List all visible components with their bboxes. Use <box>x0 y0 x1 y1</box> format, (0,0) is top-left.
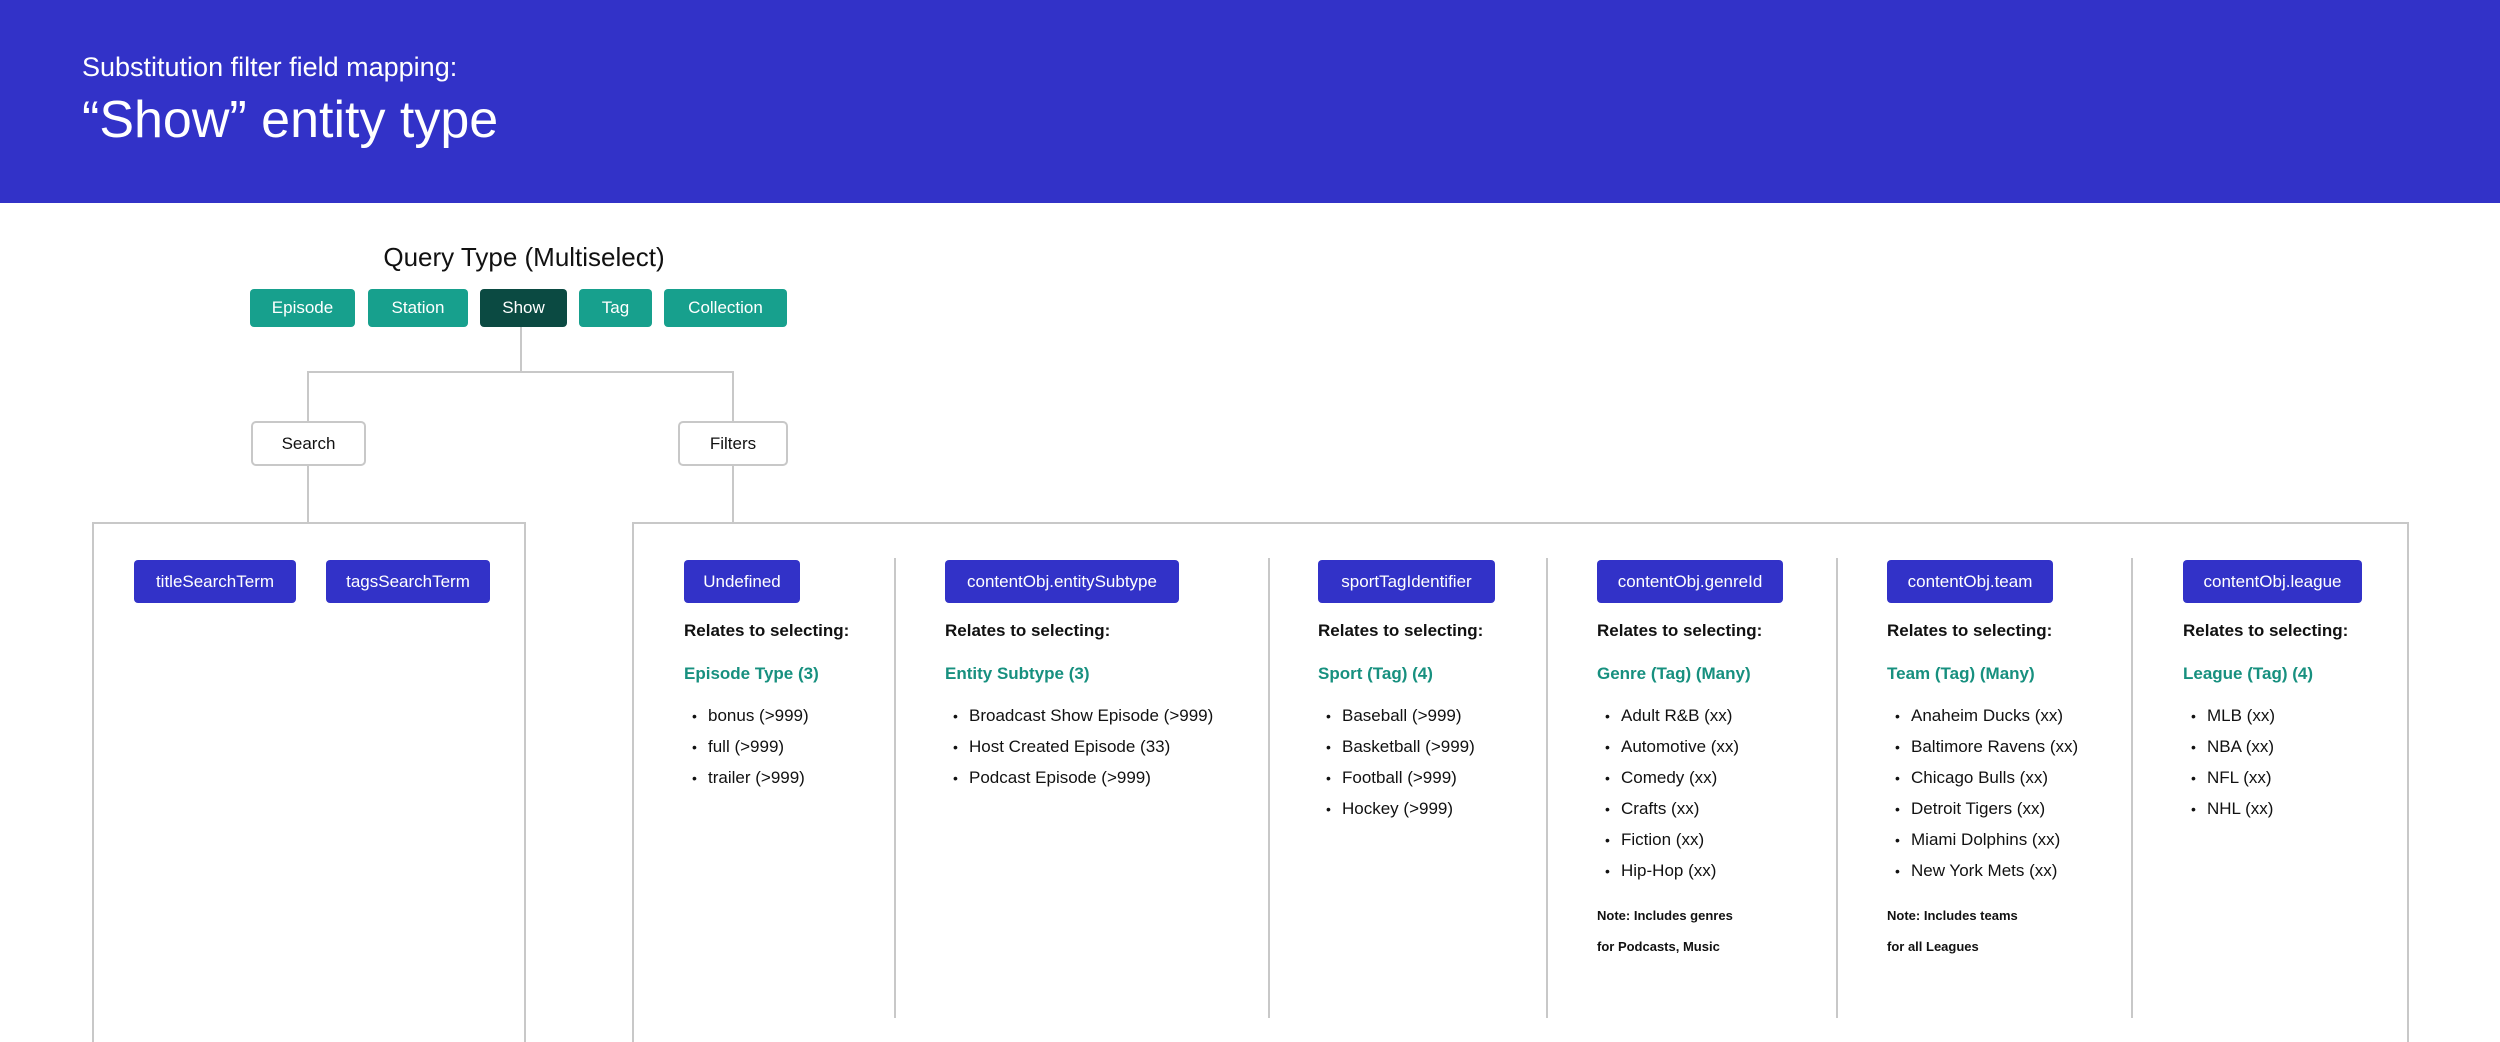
filter-field-pill: contentObj.league <box>2183 560 2362 603</box>
search-field-title: titleSearchTerm <box>134 560 296 603</box>
query-option-collection[interactable]: Collection <box>664 289 787 327</box>
relates-label: Relates to selecting: <box>945 621 1111 640</box>
list-item: Crafts (xx) <box>1597 793 1739 824</box>
query-option-tag[interactable]: Tag <box>579 289 652 327</box>
tag-list: Baseball (>999) Basketball (>999) Footba… <box>1318 700 1475 824</box>
list-item: Broadcast Show Episode (>999) <box>945 700 1213 731</box>
connector-line <box>732 466 734 522</box>
list-item: Anaheim Ducks (xx) <box>1887 700 2078 731</box>
list-item: Baseball (>999) <box>1318 700 1475 731</box>
list-item: Detroit Tigers (xx) <box>1887 793 2078 824</box>
connector-line <box>307 466 309 522</box>
query-option-show[interactable]: Show <box>480 289 567 327</box>
tag-type-label: League (Tag) (4) <box>2183 664 2314 683</box>
list-item: Fiction (xx) <box>1597 824 1739 855</box>
column-divider <box>2131 558 2133 1018</box>
list-item: NFL (xx) <box>2183 762 2275 793</box>
query-option-station[interactable]: Station <box>368 289 468 327</box>
tag-list: Anaheim Ducks (xx) Baltimore Ravens (xx)… <box>1887 700 2078 886</box>
tag-type-label: Episode Type (3) <box>684 664 819 683</box>
column-divider <box>1546 558 1548 1018</box>
tag-type-label: Entity Subtype (3) <box>945 664 1090 683</box>
list-item: Hockey (>999) <box>1318 793 1475 824</box>
search-field-tags: tagsSearchTerm <box>326 560 490 603</box>
note-line: for all Leagues <box>1887 939 1979 954</box>
list-item: MLB (xx) <box>2183 700 2275 731</box>
column-note: Note: Includes teams for all Leagues <box>1887 900 2018 962</box>
tag-list: MLB (xx) NBA (xx) NFL (xx) NHL (xx) <box>2183 700 2275 824</box>
relates-label: Relates to selecting: <box>2183 621 2349 640</box>
column-note: Note: Includes genres for Podcasts, Musi… <box>1597 900 1733 962</box>
list-item: Miami Dolphins (xx) <box>1887 824 2078 855</box>
tag-type-label: Team (Tag) (Many) <box>1887 664 2035 683</box>
page-header: Substitution filter field mapping: “Show… <box>0 0 2500 203</box>
connector-line <box>307 371 309 421</box>
list-item: Adult R&B (xx) <box>1597 700 1739 731</box>
column-divider <box>894 558 896 1018</box>
filter-field-pill: contentObj.entitySubtype <box>945 560 1179 603</box>
relates-label: Relates to selecting: <box>1318 621 1484 640</box>
page-title: “Show” entity type <box>82 91 499 149</box>
connector-line <box>307 371 734 373</box>
note-line: Note: Includes genres <box>1597 908 1733 923</box>
filter-field-pill: Undefined <box>684 560 800 603</box>
filter-field-pill: contentObj.team <box>1887 560 2053 603</box>
list-item: Comedy (xx) <box>1597 762 1739 793</box>
column-divider <box>1836 558 1838 1018</box>
list-item: full (>999) <box>684 731 809 762</box>
list-item: Podcast Episode (>999) <box>945 762 1213 793</box>
connector-line <box>732 371 734 421</box>
tag-list: bonus (>999) full (>999) trailer (>999) <box>684 700 809 793</box>
connector-line <box>520 327 522 372</box>
tag-type-label: Sport (Tag) (4) <box>1318 664 1433 683</box>
note-line: Note: Includes teams <box>1887 908 2018 923</box>
query-option-episode[interactable]: Episode <box>250 289 355 327</box>
relates-label: Relates to selecting: <box>1887 621 2053 640</box>
page-subtitle: Substitution filter field mapping: <box>82 52 458 82</box>
list-item: bonus (>999) <box>684 700 809 731</box>
list-item: Host Created Episode (33) <box>945 731 1213 762</box>
filter-field-pill: sportTagIdentifier <box>1318 560 1495 603</box>
filters-node: Filters <box>678 421 788 466</box>
list-item: Basketball (>999) <box>1318 731 1475 762</box>
list-item: Hip-Hop (xx) <box>1597 855 1739 886</box>
list-item: Football (>999) <box>1318 762 1475 793</box>
relates-label: Relates to selecting: <box>1597 621 1763 640</box>
filters-container <box>632 522 2409 1042</box>
list-item: trailer (>999) <box>684 762 809 793</box>
search-node: Search <box>251 421 366 466</box>
relates-label: Relates to selecting: <box>684 621 850 640</box>
tag-list: Adult R&B (xx) Automotive (xx) Comedy (x… <box>1597 700 1739 886</box>
note-line: for Podcasts, Music <box>1597 939 1720 954</box>
list-item: NHL (xx) <box>2183 793 2275 824</box>
column-divider <box>1268 558 1270 1018</box>
tag-list: Broadcast Show Episode (>999) Host Creat… <box>945 700 1213 793</box>
list-item: Chicago Bulls (xx) <box>1887 762 2078 793</box>
filter-field-pill: contentObj.genreId <box>1597 560 1783 603</box>
tag-type-label: Genre (Tag) (Many) <box>1597 664 1751 683</box>
list-item: New York Mets (xx) <box>1887 855 2078 886</box>
list-item: Automotive (xx) <box>1597 731 1739 762</box>
list-item: NBA (xx) <box>2183 731 2275 762</box>
query-type-title: Query Type (Multiselect) <box>383 242 665 272</box>
list-item: Baltimore Ravens (xx) <box>1887 731 2078 762</box>
